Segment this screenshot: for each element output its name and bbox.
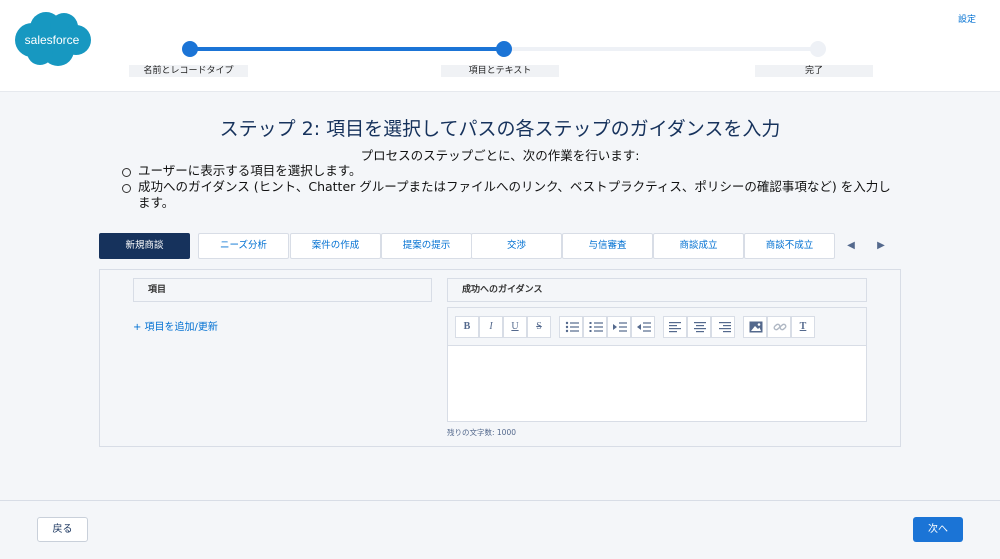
bold-button[interactable]: B [455,316,479,338]
tab-credit-review[interactable]: 与信審査 [562,233,653,259]
footer: 戻る 次へ [0,500,1000,559]
task-item: ユーザーに表示する項目を選択します。 [122,163,902,179]
add-field-link[interactable]: + 項目を追加/更新 [133,318,218,333]
underline-button[interactable]: U [503,316,527,338]
path-dot-3 [810,41,826,57]
path-label-1: 名前とレコードタイプ [129,65,248,77]
tab-create-proposal[interactable]: 案件の作成 [290,233,381,259]
main-content: ステップ 2: 項目を選択してパスの各ステップのガイダンスを入力 プロセスのステ… [0,92,1000,500]
align-center-icon[interactable] [687,316,711,338]
fields-header: 項目 [133,278,432,302]
link-icon[interactable] [767,316,791,338]
tab-next-icon[interactable]: ▶ [874,239,888,253]
tab-new-opportunity[interactable]: 新規商談 [99,233,190,259]
strikethrough-button[interactable]: S [527,316,551,338]
path-label-3: 完了 [755,65,873,77]
align-right-icon[interactable] [711,316,735,338]
logo-text: salesforce [25,33,80,47]
tab-prev-icon[interactable]: ◀ [844,239,858,253]
intro-text: プロセスのステップごとに、次の作業を行います: [360,148,640,163]
back-button[interactable]: 戻る [37,517,88,542]
task-list: ユーザーに表示する項目を選択します。 成功へのガイダンス (ヒント、Chatte… [122,163,902,211]
path-progress [190,47,504,51]
path-label-2: 項目とテキスト [441,65,559,77]
settings-link[interactable]: 設定 [958,12,976,25]
guidance-header: 成功へのガイダンス [447,278,867,302]
outdent-icon[interactable] [631,316,655,338]
image-icon[interactable] [743,316,767,338]
page-title: ステップ 2: 項目を選択してパスの各ステップのガイダンスを入力 [219,118,781,140]
indent-icon[interactable] [607,316,631,338]
bullet-list-icon[interactable] [559,316,583,338]
italic-button[interactable]: I [479,316,503,338]
clear-format-button[interactable]: T [791,316,815,338]
guidance-textarea[interactable] [448,346,866,421]
tab-present-proposal[interactable]: 提案の提示 [381,233,472,259]
header: salesforce 設定 名前とレコードタイプ 項目とテキスト 完了 [0,0,1000,92]
stage-tabs: 新規商談 ニーズ分析 案件の作成 提案の提示 交渉 与信審査 商談成立 商談不成… [99,233,899,259]
tab-closed-lost[interactable]: 商談不成立 [744,233,835,259]
align-left-icon[interactable] [663,316,687,338]
tab-closed-won[interactable]: 商談成立 [653,233,744,259]
guidance-editor: B I U S T [447,307,867,422]
task-item: 成功へのガイダンス (ヒント、Chatter グループまたはファイルへのリンク、… [122,179,902,211]
path-dot-1 [182,41,198,57]
path-dot-2 [496,41,512,57]
editor-toolbar: B I U S T [448,308,866,346]
tab-negotiation[interactable]: 交渉 [471,233,562,259]
tab-needs-analysis[interactable]: ニーズ分析 [198,233,289,259]
numbered-list-icon[interactable] [583,316,607,338]
next-button[interactable]: 次へ [913,517,963,542]
char-count: 残りの文字数: 1000 [447,428,516,437]
stage-panel: 項目 + 項目を追加/更新 成功へのガイダンス B I U S T 残りの文字数… [99,269,901,447]
salesforce-logo: salesforce [10,10,94,68]
